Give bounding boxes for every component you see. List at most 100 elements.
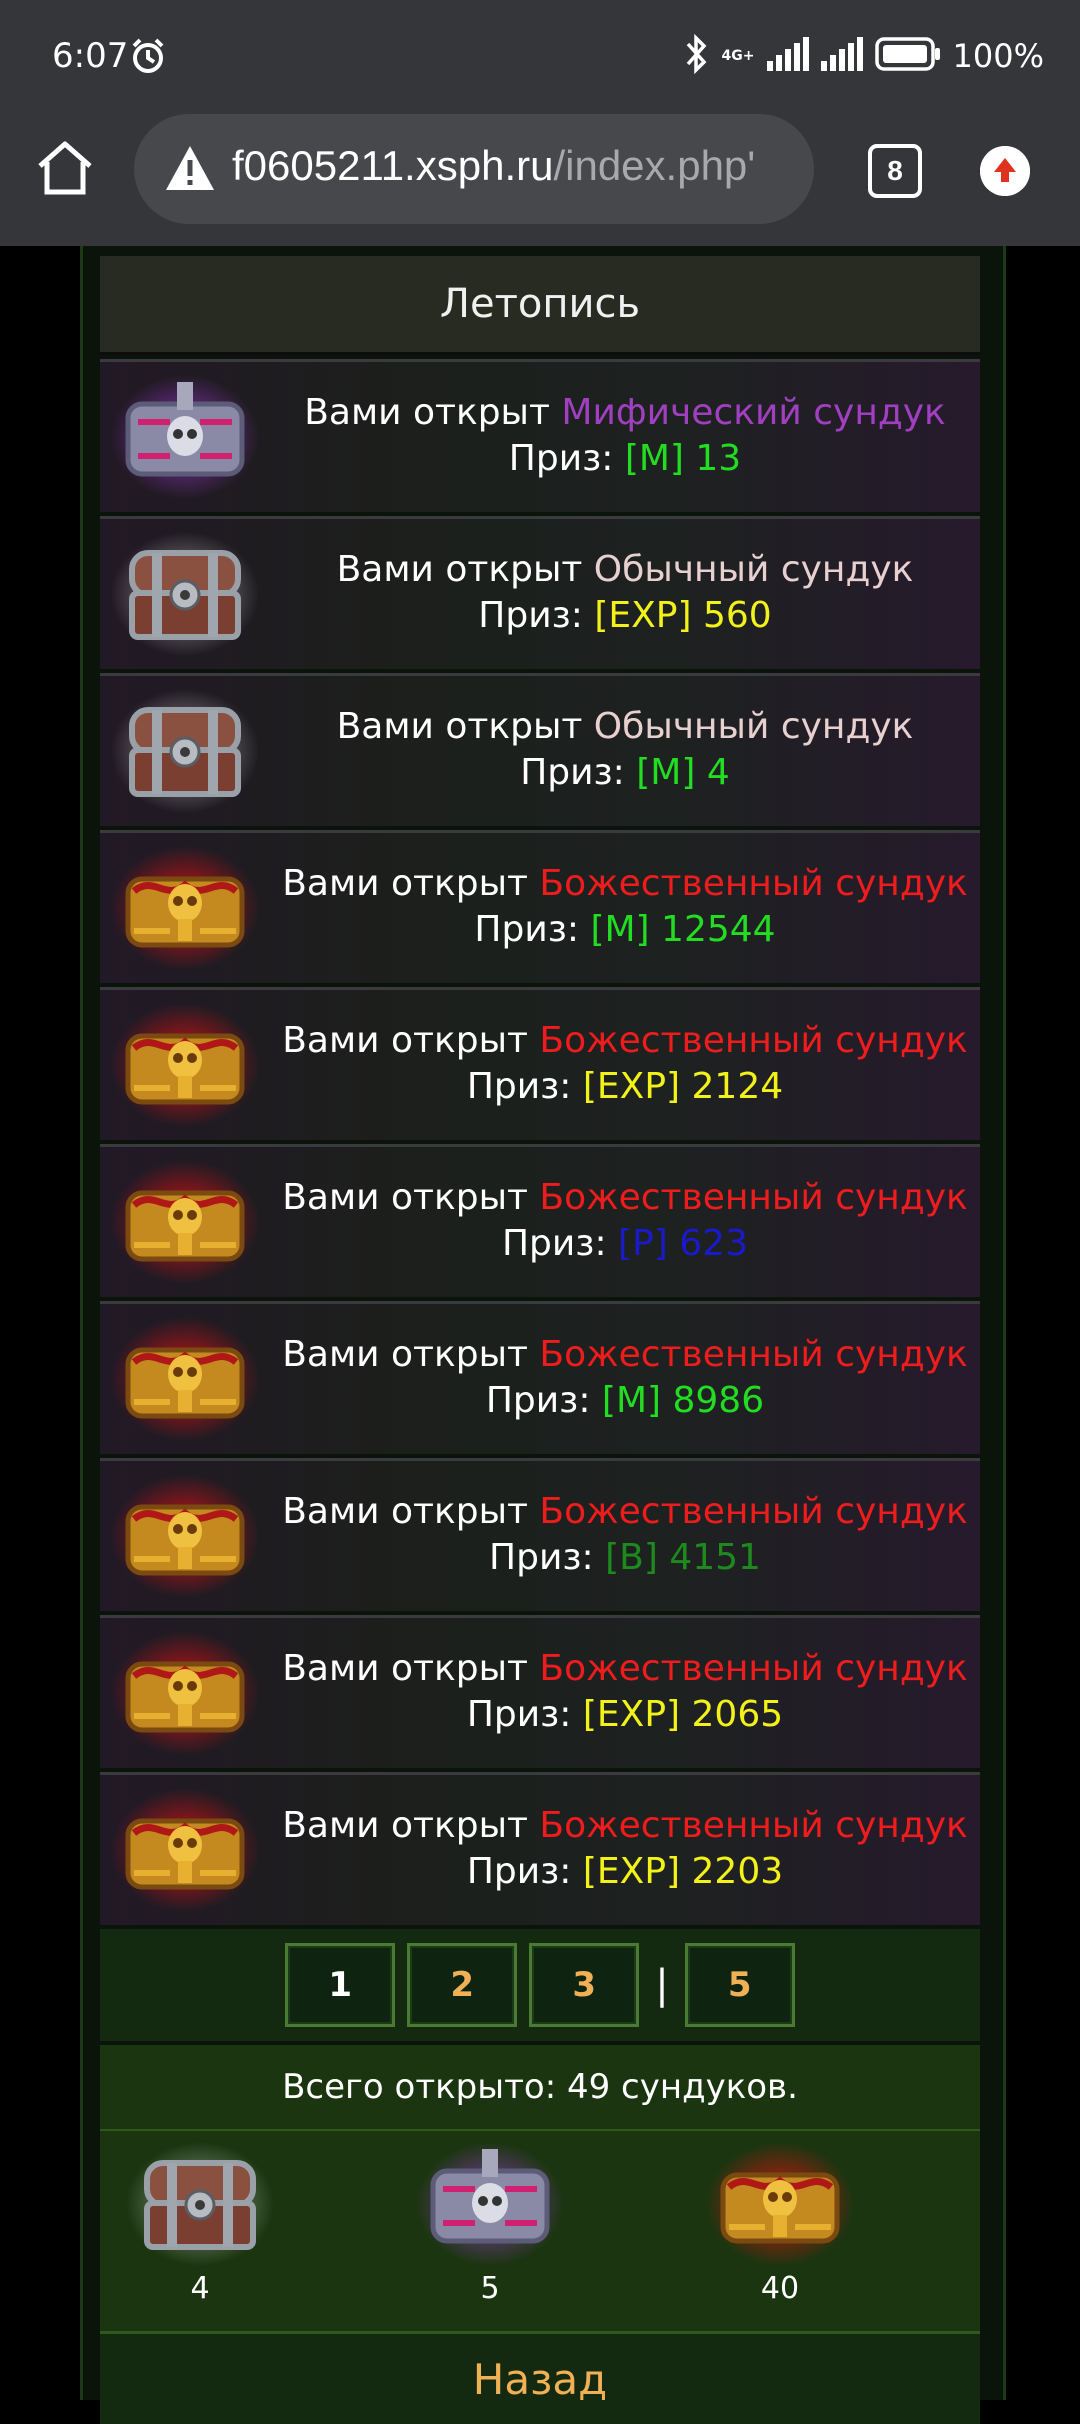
chest-name: Божественный сундук (539, 1805, 968, 1846)
entry-prefix: Вами открыт (282, 863, 540, 904)
chest-counts: 4 5 40 (100, 2129, 980, 2331)
chronicle-entry: Вами открыт Обычный сундук Приз: [M] 4 (100, 673, 980, 826)
prize-label: Приз: (501, 1223, 619, 1264)
total-opened: Всего открыто: 49 сундуков. (100, 2045, 980, 2129)
url-path: /index.php' (553, 142, 756, 189)
chest-count-value: 40 (760, 2271, 800, 2306)
mythic-chest-icon (415, 2141, 565, 2267)
pagination-separator: | (655, 1962, 669, 2008)
warning-icon[interactable] (164, 144, 216, 196)
entry-title: Вами открыт Божественный сундук (270, 1648, 980, 1689)
prize-value: [EXP] 2065 (582, 1694, 784, 1735)
entry-prefix: Вами открыт (336, 706, 594, 747)
home-button[interactable] (34, 136, 96, 202)
entry-prefix: Вами открыт (336, 549, 594, 590)
chest-name: Божественный сундук (539, 1334, 968, 1375)
browser-chrome: 6:07 4G+ 100% f0605211.xsph.ru/index.php… (0, 0, 1080, 246)
prize-label: Приз: (485, 1380, 602, 1421)
chronicle-entry: Вами открыт Божественный сундук Приз: [B]… (100, 1458, 980, 1611)
clock: 6:07 (52, 36, 129, 76)
address-bar[interactable]: f0605211.xsph.ru/index.php' (134, 114, 814, 224)
entry-prize: Приз: [M] 13 (270, 438, 980, 479)
pagination: 1 2 3 | 5 (100, 1929, 980, 2041)
divine-chest-icon (110, 1159, 260, 1285)
entry-prefix: Вами открыт (282, 1648, 540, 1689)
entry-title: Вами открыт Божественный сундук (270, 863, 980, 904)
common-chest-icon (110, 688, 260, 814)
signal-icon (766, 37, 809, 75)
url-text[interactable]: f0605211.xsph.ru/index.php' (232, 142, 792, 190)
chronicle-entry: Вами открыт Божественный сундук Приз: [EX… (100, 1772, 980, 1925)
divine-chest-icon (110, 1002, 260, 1128)
prize-value: [M] 8986 (601, 1380, 765, 1421)
prize-value: [M] 12544 (590, 909, 776, 950)
entry-prize: Приз: [EXP] 2124 (270, 1066, 980, 1107)
chest-name: Божественный сундук (539, 1177, 968, 1218)
chronicle-entry: Вами открыт Божественный сундук Приз: [P]… (100, 1144, 980, 1297)
chest-name: Обычный сундук (593, 706, 914, 747)
divine-chest-icon (110, 1473, 260, 1599)
chest-count-value: 4 (190, 2271, 210, 2306)
entry-prize: Приз: [B] 4151 (270, 1537, 980, 1578)
page-link-5[interactable]: 5 (684, 1943, 795, 2027)
chest-name: Божественный сундук (539, 1648, 968, 1689)
network-type: 4G+ (721, 48, 755, 64)
status-bar: 6:07 4G+ 100% (0, 0, 1080, 112)
prize-label: Приз: (478, 595, 595, 636)
entry-prize: Приз: [M] 4 (270, 752, 980, 793)
tab-switcher-button[interactable]: 8 (868, 144, 922, 198)
common-chest-icon (125, 2141, 275, 2267)
prize-value: [B] 4151 (605, 1537, 761, 1578)
divine-chest-icon (110, 1316, 260, 1442)
prize-value: [EXP] 2203 (582, 1851, 784, 1892)
prize-label: Приз: (508, 438, 625, 479)
chest-name: Мифический сундук (561, 392, 946, 433)
page-link-2[interactable]: 2 (407, 1943, 518, 2027)
page-link-1[interactable]: 1 (285, 1943, 396, 2027)
divine-chest-icon (110, 1630, 260, 1756)
prize-label: Приз: (466, 1694, 583, 1735)
battery-icon (874, 37, 941, 75)
entry-prize: Приз: [EXP] 560 (270, 595, 980, 636)
entry-prefix: Вами открыт (282, 1334, 540, 1375)
back-button[interactable]: Назад (100, 2331, 980, 2424)
chronicle-panel: Летопись Вами открыт Мифический сундук Пр… (100, 256, 980, 2424)
chest-name: Божественный сундук (539, 1020, 968, 1061)
entry-title: Вами открыт Мифический сундук (270, 392, 980, 433)
common-chest-count: 4 (120, 2141, 280, 2306)
prize-value: [EXP] 560 (594, 595, 772, 636)
prize-label: Приз: (474, 909, 591, 950)
entry-list: Вами открыт Мифический сундук Приз: [M] 1… (100, 359, 980, 1925)
mythic-chest-icon (110, 374, 260, 500)
chronicle-entry: Вами открыт Божественный сундук Приз: [M]… (100, 1301, 980, 1454)
entry-title: Вами открыт Божественный сундук (270, 1805, 980, 1846)
prize-value: [M] 4 (636, 752, 730, 793)
battery-percent: 100% (952, 37, 1044, 75)
entry-prefix: Вами открыт (304, 392, 562, 433)
entry-title: Вами открыт Обычный сундук (270, 549, 980, 590)
divine-chest-icon (705, 2141, 855, 2267)
entry-prize: Приз: [EXP] 2203 (270, 1851, 980, 1892)
entry-prefix: Вами открыт (282, 1805, 540, 1846)
prize-label: Приз: (520, 752, 637, 793)
entry-title: Вами открыт Божественный сундук (270, 1491, 980, 1532)
url-host: f0605211.xsph.ru (232, 142, 554, 189)
chronicle-entry: Вами открыт Обычный сундук Приз: [EXP] 56… (100, 516, 980, 669)
entry-prefix: Вами открыт (282, 1491, 540, 1532)
page-link-3[interactable]: 3 (529, 1943, 640, 2027)
prize-value: [EXP] 2124 (582, 1066, 784, 1107)
entry-prize: Приз: [M] 12544 (270, 909, 980, 950)
entry-title: Вами открыт Божественный сундук (270, 1177, 980, 1218)
prize-value: [M] 13 (624, 438, 742, 479)
chest-name: Божественный сундук (539, 863, 968, 904)
entry-title: Вами открыт Обычный сундук (270, 706, 980, 747)
chronicle-entry: Вами открыт Божественный сундук Приз: [EX… (100, 987, 980, 1140)
prize-value: [P] 623 (618, 1223, 748, 1264)
chronicle-entry: Вами открыт Божественный сундук Приз: [EX… (100, 1615, 980, 1768)
entry-prefix: Вами открыт (282, 1177, 540, 1218)
prize-label: Приз: (489, 1537, 606, 1578)
update-icon[interactable] (980, 146, 1030, 196)
chest-count-value: 5 (480, 2271, 500, 2306)
status-icons: 4G+ 100% (684, 33, 1044, 78)
entry-prize: Приз: [M] 8986 (270, 1380, 980, 1421)
